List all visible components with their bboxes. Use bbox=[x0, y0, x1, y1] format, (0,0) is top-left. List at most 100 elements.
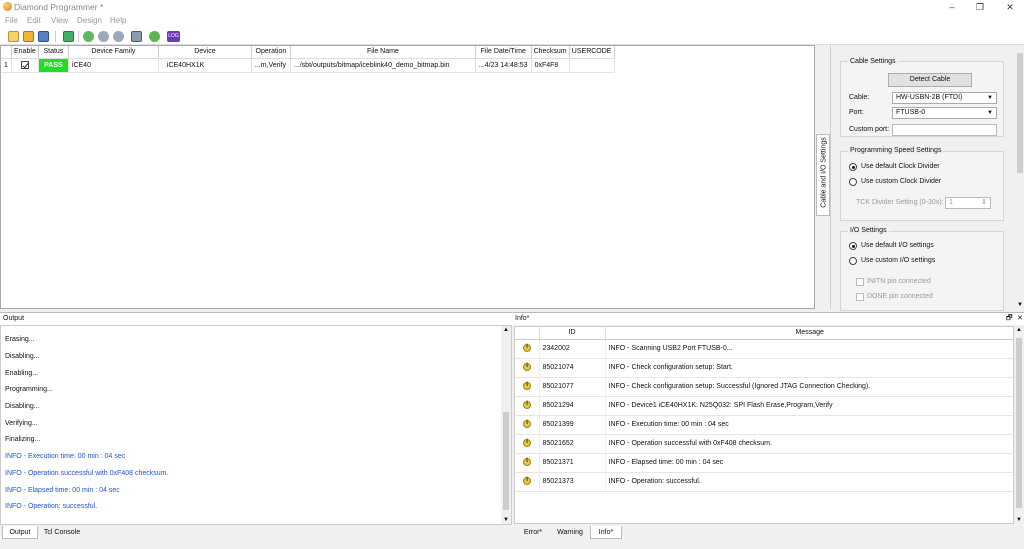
open-icon[interactable] bbox=[23, 31, 34, 42]
port-select[interactable]: FTUSB-0 ▼ bbox=[892, 107, 997, 119]
minimize-button[interactable]: – bbox=[942, 1, 962, 13]
menu-bar: File Edit View Design Help bbox=[0, 15, 1024, 28]
float-panel-icon[interactable]: 🗗 bbox=[1006, 314, 1013, 325]
initn-checkbox[interactable] bbox=[856, 278, 864, 286]
table-row[interactable]: 85021652 INFO - Operation successful wit… bbox=[515, 434, 1013, 454]
table-row[interactable]: 1 PASS iCE40 iCE40HX1K ...m,Verify .../s… bbox=[1, 58, 615, 73]
header-file-date[interactable]: File Date/Time bbox=[475, 46, 532, 59]
menu-design[interactable]: Design bbox=[77, 16, 102, 25]
cable-io-settings-tab[interactable]: Cable and I/O Settings bbox=[816, 134, 830, 216]
output-info-line: INFO - Operation successful with 0xF408 … bbox=[5, 470, 169, 477]
info-icon bbox=[522, 400, 531, 409]
device-family-cell[interactable]: iCE40 bbox=[68, 58, 159, 73]
info-icon bbox=[522, 362, 531, 371]
operation-cell[interactable]: ...m,Verify bbox=[251, 58, 291, 73]
menu-view[interactable]: View bbox=[51, 16, 68, 25]
header-device[interactable]: Device bbox=[158, 46, 252, 59]
header-status[interactable]: Status bbox=[38, 46, 69, 59]
output-line: Erasing... bbox=[5, 336, 35, 343]
restore-button[interactable]: ❐ bbox=[970, 1, 990, 13]
header-device-family[interactable]: Device Family bbox=[68, 46, 159, 59]
enable-checkbox[interactable] bbox=[20, 61, 29, 69]
tab-warning[interactable]: Warning bbox=[552, 526, 588, 539]
info-message: INFO - Check configuration setup: Start. bbox=[605, 358, 1013, 378]
output-header: Output bbox=[0, 312, 512, 325]
cable-label: Cable: bbox=[849, 94, 870, 101]
menu-help[interactable]: Help bbox=[110, 16, 126, 25]
output-scrollbar[interactable]: ▲ ▼ bbox=[501, 326, 511, 524]
toolbar-separator bbox=[55, 31, 56, 42]
header-checksum[interactable]: Checksum bbox=[531, 46, 570, 59]
header-file-name[interactable]: File Name bbox=[290, 46, 476, 59]
output-line: Disabling... bbox=[5, 353, 40, 360]
info-scrollbar[interactable]: ▲ ▼ bbox=[1014, 326, 1024, 524]
tck-divider-label: TCK Divider Setting (0-30x): bbox=[856, 199, 944, 206]
custom-io-radio[interactable] bbox=[849, 257, 857, 265]
header-operation[interactable]: Operation bbox=[251, 46, 291, 59]
table-row[interactable]: 2342002 INFO - Scanning USB2 Port FTUSB-… bbox=[515, 339, 1013, 359]
cable-select[interactable]: HW-USBN-2B (FTDI) ▼ bbox=[892, 92, 997, 104]
new-icon[interactable] bbox=[8, 31, 19, 42]
info-header-message[interactable]: Message bbox=[605, 327, 1013, 340]
info-header: Info* 🗗 ✕ bbox=[512, 312, 1024, 325]
done-checkbox[interactable] bbox=[856, 293, 864, 301]
header-enable[interactable]: Enable bbox=[11, 46, 39, 59]
scroll-down-icon[interactable]: ▼ bbox=[1016, 517, 1022, 523]
custom-clock-radio[interactable] bbox=[849, 178, 857, 186]
table-row[interactable]: 85021077 INFO - Check configuration setu… bbox=[515, 377, 1013, 397]
close-panel-icon[interactable]: ✕ bbox=[1017, 314, 1023, 322]
tab-info[interactable]: Info* bbox=[590, 526, 622, 539]
close-button[interactable]: ✕ bbox=[1000, 1, 1020, 13]
device-cell[interactable]: iCE40HX1K bbox=[158, 58, 252, 73]
custom-port-input[interactable] bbox=[892, 124, 997, 136]
tck-divider-stepper[interactable]: 1 ⇕ bbox=[945, 197, 991, 209]
menu-file[interactable]: File bbox=[5, 16, 18, 25]
device-grid: Enable Status Device Family Device Opera… bbox=[0, 45, 815, 309]
output-scrollbar-thumb[interactable] bbox=[503, 412, 509, 510]
info-id: 85021371 bbox=[539, 453, 606, 473]
program-icon[interactable] bbox=[98, 31, 109, 42]
info-scrollbar-thumb[interactable] bbox=[1016, 338, 1022, 508]
download-icon[interactable] bbox=[149, 31, 160, 42]
menu-edit[interactable]: Edit bbox=[27, 16, 41, 25]
program-icon[interactable] bbox=[113, 31, 124, 42]
output-tabs: Output Tcl Console bbox=[0, 526, 512, 540]
save-icon[interactable] bbox=[38, 31, 49, 42]
table-row[interactable]: 85021294 INFO - Device1 iCE40HX1K: N25Q0… bbox=[515, 396, 1013, 416]
settings-scrollbar[interactable]: ▼ bbox=[1015, 45, 1024, 309]
chevron-down-icon: ▼ bbox=[987, 95, 993, 101]
default-clock-radio[interactable] bbox=[849, 163, 857, 171]
detect-cable-button[interactable]: Detect Cable bbox=[888, 73, 972, 87]
program-icon[interactable] bbox=[83, 31, 94, 42]
scan-icon[interactable] bbox=[63, 31, 74, 42]
diamond-app-icon bbox=[3, 2, 12, 11]
info-message: INFO - Check configuration setup: Succes… bbox=[605, 377, 1013, 397]
default-io-label: Use default I/O settings bbox=[861, 242, 934, 249]
scroll-down-icon[interactable]: ▼ bbox=[1017, 302, 1023, 308]
table-row[interactable]: 85021074 INFO - Check configuration setu… bbox=[515, 358, 1013, 378]
tab-tcl-console[interactable]: Tcl Console bbox=[40, 526, 84, 539]
info-message: INFO - Execution time: 00 min : 04 sec bbox=[605, 415, 1013, 435]
info-header-id[interactable]: ID bbox=[539, 327, 606, 340]
file-name-cell[interactable]: .../sbt/outputs/bitmap/iceblink40_demo_b… bbox=[290, 58, 476, 73]
scroll-up-icon[interactable]: ▲ bbox=[1016, 327, 1022, 333]
table-row[interactable]: 85021373 INFO - Operation: successful. bbox=[515, 472, 1013, 492]
info-icon bbox=[522, 476, 531, 485]
output-line: Programming... bbox=[5, 386, 53, 393]
table-row[interactable]: 85021371 INFO - Elapsed time: 00 min : 0… bbox=[515, 453, 1013, 473]
speed-settings-title: Programming Speed Settings bbox=[848, 147, 944, 154]
default-io-radio[interactable] bbox=[849, 242, 857, 250]
scroll-down-icon[interactable]: ▼ bbox=[503, 517, 509, 523]
tab-output[interactable]: Output bbox=[2, 526, 38, 539]
output-info-line: INFO - Operation: successful. bbox=[5, 503, 98, 510]
header-usercode[interactable]: USERCODE bbox=[569, 46, 615, 59]
stepper-arrows-icon[interactable]: ⇕ bbox=[981, 198, 987, 208]
table-row[interactable]: 85021399 INFO - Execution time: 00 min :… bbox=[515, 415, 1013, 435]
tab-error[interactable]: Error* bbox=[516, 526, 550, 539]
log-icon[interactable]: LOG bbox=[167, 31, 180, 42]
info-id: 85021074 bbox=[539, 358, 606, 378]
chip-icon[interactable] bbox=[131, 31, 142, 42]
settings-scrollbar-thumb[interactable] bbox=[1017, 53, 1023, 173]
scroll-up-icon[interactable]: ▲ bbox=[503, 327, 509, 333]
output-info-line: INFO - Elapsed time: 00 min : 04 sec bbox=[5, 487, 120, 494]
